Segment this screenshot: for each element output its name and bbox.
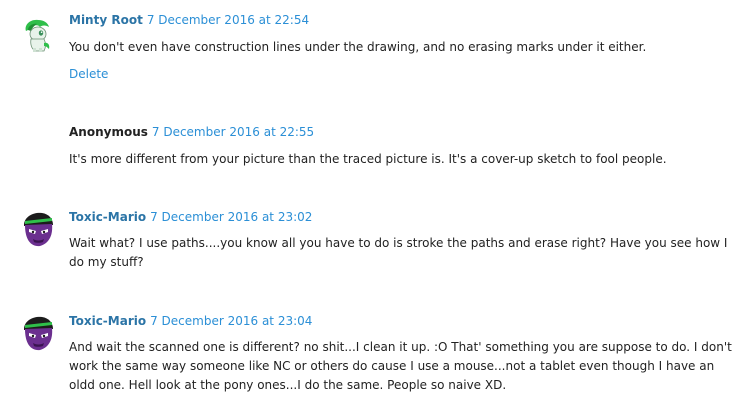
- delete-link[interactable]: Delete: [69, 66, 108, 82]
- comment-header: Toxic-Mario 7 December 2016 at 23:02: [69, 209, 312, 225]
- comment-text: Wait what? I use paths....you know all y…: [69, 236, 728, 269]
- timestamp-link[interactable]: 7 December 2016 at 23:02: [150, 210, 312, 224]
- author-name: Anonymous: [69, 125, 148, 139]
- author-link[interactable]: Minty Root: [69, 13, 143, 27]
- comment-text: It's more different from your picture th…: [69, 152, 667, 166]
- comment-text: And wait the scanned one is different? n…: [69, 340, 732, 392]
- timestamp-link[interactable]: 7 December 2016 at 23:04: [150, 314, 312, 328]
- avatar[interactable]: [22, 316, 54, 352]
- comment-header: Minty Root 7 December 2016 at 22:54: [69, 12, 309, 28]
- author-link[interactable]: Toxic-Mario: [69, 210, 146, 224]
- author-link[interactable]: Toxic-Mario: [69, 314, 146, 328]
- comment-text: You don't even have construction lines u…: [69, 40, 647, 54]
- avatar[interactable]: [22, 17, 54, 53]
- avatar[interactable]: [22, 212, 54, 248]
- timestamp-link[interactable]: 7 December 2016 at 22:55: [152, 125, 314, 139]
- purple-character-avatar-icon: [22, 212, 54, 248]
- purple-character-avatar-icon: [22, 316, 54, 352]
- comment-header: Toxic-Mario 7 December 2016 at 23:04: [69, 313, 312, 329]
- timestamp-link[interactable]: 7 December 2016 at 22:54: [147, 13, 309, 27]
- comment-header: Anonymous 7 December 2016 at 22:55: [69, 124, 314, 140]
- green-pony-avatar-icon: [22, 17, 54, 53]
